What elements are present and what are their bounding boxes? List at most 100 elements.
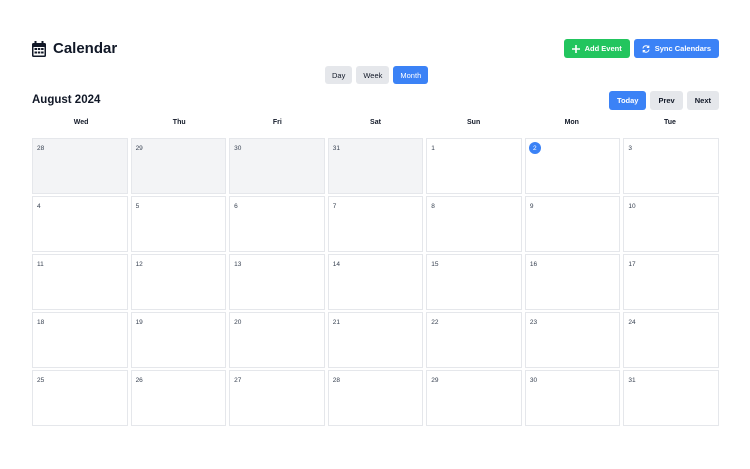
- day-cell[interactable]: 19: [130, 312, 227, 368]
- day-number: 15: [431, 261, 439, 268]
- sync-calendars-label: Sync Calendars: [654, 44, 711, 53]
- day-cell[interactable]: 9: [524, 196, 621, 252]
- day-number: 9: [529, 203, 534, 210]
- day-number: 20: [234, 319, 242, 326]
- day-number: 27: [234, 377, 242, 384]
- today-day-number: 2: [528, 142, 541, 154]
- day-number: 14: [332, 261, 340, 268]
- day-number: 28: [332, 377, 340, 384]
- weekday-label: Sat: [370, 119, 381, 126]
- view-day-button[interactable]: Day: [325, 66, 353, 84]
- day-number: 19: [135, 319, 143, 326]
- day-number: 6: [234, 203, 238, 210]
- day-number: 31: [628, 377, 636, 384]
- day-number: 10: [628, 203, 636, 210]
- day-cell[interactable]: 6: [229, 196, 325, 252]
- weekday-label: Tue: [663, 119, 676, 126]
- day-number: 29: [431, 377, 439, 384]
- day-number: 30: [234, 145, 242, 152]
- day-number: 25: [37, 377, 45, 384]
- view-switch: Day Week Month: [325, 66, 429, 84]
- day-number: 7: [332, 203, 337, 210]
- weekday-label: Sun: [467, 119, 481, 126]
- day-number: 21: [332, 319, 340, 326]
- day-number: 29: [135, 145, 143, 152]
- weekday-label: Mon: [564, 119, 579, 126]
- day-number: 31: [332, 145, 340, 152]
- day-cell[interactable]: 12: [130, 254, 227, 310]
- day-number: 4: [37, 203, 41, 210]
- day-number: 13: [234, 261, 242, 268]
- day-cell[interactable]: 15: [426, 254, 522, 310]
- day-cell[interactable]: 26: [130, 370, 227, 426]
- day-number: 8: [431, 203, 435, 210]
- day-number: 28: [37, 145, 45, 152]
- nav-buttons: Today Prev Next: [608, 91, 719, 110]
- day-cell[interactable]: 16: [524, 254, 621, 310]
- weekday-label: Wed: [73, 119, 89, 126]
- page-title: Calendar: [53, 40, 118, 57]
- day-number: 30: [529, 377, 538, 384]
- weekday-label: Thu: [172, 119, 186, 126]
- day-number: 1: [431, 145, 435, 152]
- day-cell[interactable]: 7: [327, 196, 424, 252]
- day-number: 26: [135, 377, 143, 384]
- day-cell-today[interactable]: 2: [524, 138, 621, 194]
- day-cell[interactable]: 25: [32, 370, 128, 426]
- day-cell[interactable]: 8: [426, 196, 522, 252]
- today-button[interactable]: Today: [608, 91, 647, 110]
- day-cell[interactable]: 29: [426, 370, 522, 426]
- next-button[interactable]: Next: [686, 91, 719, 110]
- day-number: 5: [135, 203, 140, 210]
- top-actions: Add Event Sync Calendars: [563, 39, 719, 58]
- weekday-label: Fri: [272, 119, 282, 126]
- sync-calendars-button[interactable]: Sync Calendars: [633, 39, 719, 58]
- day-cell[interactable]: 11: [32, 254, 128, 310]
- day-number: 22: [431, 319, 439, 326]
- day-cell[interactable]: 28: [32, 138, 128, 194]
- day-number: 24: [628, 319, 636, 326]
- day-cell[interactable]: 31: [623, 370, 719, 426]
- add-event-label: Add Event: [584, 44, 622, 53]
- calendar-icon: [32, 40, 46, 57]
- day-cell[interactable]: 13: [229, 254, 325, 310]
- day-number: 23: [529, 319, 538, 326]
- day-cell[interactable]: 30: [524, 370, 621, 426]
- day-cell[interactable]: 24: [623, 312, 719, 368]
- prev-button[interactable]: Prev: [650, 91, 683, 110]
- day-cell[interactable]: 14: [327, 254, 424, 310]
- weekday-header: Wed Thu Fri Sat Sun Mon Tue: [32, 119, 719, 126]
- day-cell[interactable]: 17: [623, 254, 719, 310]
- day-cell[interactable]: 28: [327, 370, 424, 426]
- day-cell[interactable]: 18: [32, 312, 128, 368]
- day-cell[interactable]: 27: [229, 370, 325, 426]
- sync-icon: [642, 44, 650, 53]
- month-label: August 2024: [32, 94, 101, 106]
- day-cell[interactable]: 20: [229, 312, 325, 368]
- add-event-button[interactable]: Add Event: [563, 39, 630, 58]
- day-number: 3: [628, 145, 633, 152]
- month-row: August 2024 Today Prev Next: [32, 91, 719, 110]
- plus-icon: [571, 44, 580, 53]
- day-number: 17: [628, 261, 636, 268]
- day-number: 16: [529, 261, 538, 268]
- day-cell[interactable]: 21: [327, 312, 424, 368]
- day-cell[interactable]: 1: [426, 138, 522, 194]
- day-cell[interactable]: 4: [32, 196, 128, 252]
- day-cell[interactable]: 10: [623, 196, 719, 252]
- day-cell[interactable]: 5: [130, 196, 227, 252]
- month-grid: 28 29 30 31 1 2 3 4 5 6 7 8 9 10 11 12 13 14 15 16 17 18 19 20 2…: [32, 138, 719, 426]
- day-cell[interactable]: 30: [229, 138, 325, 194]
- header: Calendar Add Event Sync Calendars: [32, 39, 719, 60]
- view-week-button[interactable]: Week: [356, 66, 390, 84]
- title-wrap: Calendar: [32, 40, 117, 57]
- day-number: 11: [37, 261, 44, 268]
- day-cell[interactable]: 3: [623, 138, 719, 194]
- day-number: 18: [37, 319, 45, 326]
- day-cell[interactable]: 22: [426, 312, 522, 368]
- view-month-button[interactable]: Month: [393, 66, 429, 84]
- day-number: 12: [135, 261, 143, 268]
- day-cell[interactable]: 23: [524, 312, 621, 368]
- day-cell[interactable]: 31: [327, 138, 424, 194]
- day-cell[interactable]: 29: [130, 138, 227, 194]
